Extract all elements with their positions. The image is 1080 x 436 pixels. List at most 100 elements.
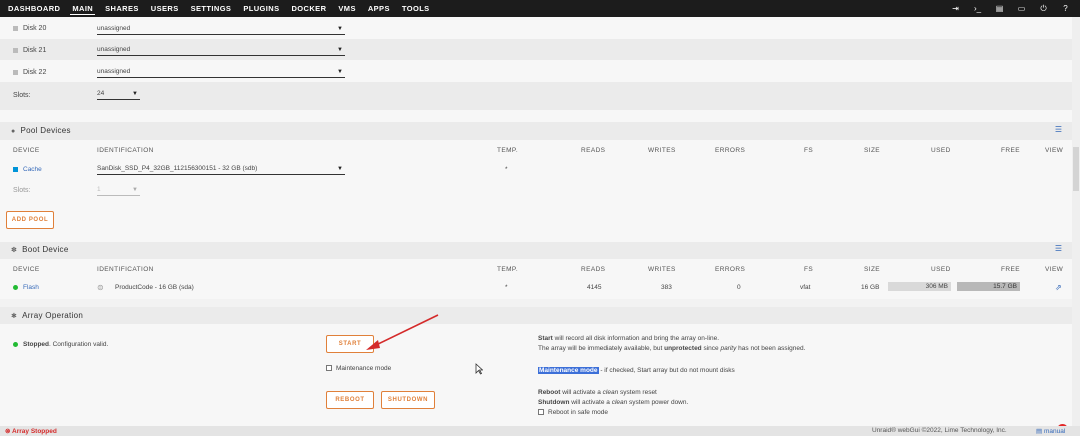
flash-errors: 0 xyxy=(737,284,741,291)
slots-row: Slots: 24▼ xyxy=(0,82,1072,110)
list-view-icon[interactable]: ☰ xyxy=(1055,244,1062,253)
disk-label: Disk 21 xyxy=(13,47,46,54)
disk-status-icon xyxy=(13,70,18,75)
col-device: DEVICE xyxy=(13,266,40,273)
pool-slots-label: Slots: xyxy=(13,187,31,194)
col-errors: ERRORS xyxy=(715,147,745,154)
help-icon[interactable]: ? xyxy=(1061,4,1070,13)
reboot-description: Reboot will activate a clean system rese… xyxy=(538,388,688,418)
flash-device[interactable]: Flash xyxy=(13,284,39,291)
list-view-icon[interactable]: ☰ xyxy=(1055,125,1062,134)
safe-mode-option[interactable]: Reboot in safe mode xyxy=(538,409,608,416)
flash-fs: vfat xyxy=(800,284,810,291)
stop-icon: ⊗ xyxy=(5,428,10,435)
top-nav: DASHBOARD MAIN SHARES USERS SETTINGS PLU… xyxy=(0,0,1080,17)
tab-vms[interactable]: VMS xyxy=(336,0,357,17)
log-icon[interactable]: ▤ xyxy=(995,4,1004,13)
terminal-icon[interactable]: ›_ xyxy=(973,4,982,13)
shutdown-button[interactable]: SHUTDOWN xyxy=(381,391,435,409)
reboot-button[interactable]: REBOOT xyxy=(326,391,374,409)
power-icon[interactable]: ⏻ xyxy=(1039,4,1048,14)
stopped-status-icon xyxy=(13,342,18,347)
maintenance-description: Maintenance mode - if checked, Start arr… xyxy=(538,367,735,374)
cache-device[interactable]: Cache xyxy=(13,166,42,173)
array-op-title: ✱Array Operation xyxy=(11,311,83,320)
logout-icon[interactable]: ⇥ xyxy=(951,4,960,13)
tab-plugins[interactable]: PLUGINS xyxy=(241,0,281,17)
flash-size: 16 GB xyxy=(861,284,879,291)
tab-settings[interactable]: SETTINGS xyxy=(189,0,234,17)
tab-docker[interactable]: DOCKER xyxy=(289,0,328,17)
col-identification: IDENTIFICATION xyxy=(97,266,154,273)
boot-title: ✽Boot Device xyxy=(11,245,69,254)
pool-icon: ● xyxy=(11,128,16,135)
col-view: VIEW xyxy=(1045,147,1063,154)
flash-used: 306 MB xyxy=(926,283,948,290)
copyright: Unraid® webGui ©2022, Lime Technology, I… xyxy=(872,427,1007,434)
tab-shares[interactable]: SHARES xyxy=(103,0,141,17)
disk-22-select[interactable]: unassigned▼ xyxy=(97,67,345,78)
pool-slots-select[interactable]: 1▼ xyxy=(97,185,140,196)
col-identification: IDENTIFICATION xyxy=(97,147,154,154)
tab-users[interactable]: USERS xyxy=(149,0,181,17)
flash-temp: * xyxy=(505,284,508,291)
disk-status-icon xyxy=(13,48,18,53)
disk-21-select[interactable]: unassigned▼ xyxy=(97,45,345,56)
scrollbar[interactable] xyxy=(1072,17,1080,426)
col-used: USED xyxy=(931,266,951,273)
manual-icon: ▤ xyxy=(1036,428,1042,435)
display-icon[interactable]: ▭ xyxy=(1017,4,1026,13)
col-fs: FS xyxy=(804,147,813,154)
spacer xyxy=(0,110,1072,122)
col-size: SIZE xyxy=(864,147,880,154)
col-errors: ERRORS xyxy=(715,266,745,273)
annotation-arrow xyxy=(360,312,445,357)
pool-section: DEVICE IDENTIFICATION TEMP. READS WRITES… xyxy=(0,140,1072,217)
tab-tools[interactable]: TOOLS xyxy=(400,0,432,17)
lock-icon: ⊜ xyxy=(97,283,104,292)
col-fs: FS xyxy=(804,266,813,273)
col-writes: WRITES xyxy=(648,266,676,273)
array-status-footer: ⊗ Array Stopped xyxy=(5,427,57,435)
disk-label: Disk 20 xyxy=(13,25,46,32)
boot-header: ✽Boot Device ☰ xyxy=(0,242,1072,259)
flash-writes: 383 xyxy=(661,284,672,291)
array-op-header: ✱Array Operation xyxy=(0,307,1072,324)
safe-mode-checkbox[interactable] xyxy=(538,409,544,415)
manual-link[interactable]: ▤ manual xyxy=(1036,427,1065,435)
tab-dashboard[interactable]: DASHBOARD xyxy=(6,0,62,17)
disk-row: Disk 22 unassigned▼ xyxy=(0,60,1072,82)
slots-select[interactable]: 24▼ xyxy=(97,89,140,100)
maintenance-mode-option[interactable]: Maintenance mode xyxy=(326,365,391,372)
col-temp: TEMP. xyxy=(497,266,518,273)
pool-title: ●Pool Devices xyxy=(11,126,71,135)
flash-identification: ProductCode - 16 GB (sda) xyxy=(115,284,194,291)
used-bar: 306 MB xyxy=(888,282,951,291)
disk-label: Disk 22 xyxy=(13,69,46,76)
cache-status-icon xyxy=(13,167,18,172)
pool-header: ●Pool Devices ☰ xyxy=(0,122,1072,140)
online-status-icon xyxy=(13,285,18,290)
add-pool-button[interactable]: ADD POOL xyxy=(6,211,54,229)
cursor-icon xyxy=(475,363,483,375)
status-bar: ⊗ Array Stopped Unraid® webGui ©2022, Li… xyxy=(0,426,1080,436)
slots-label: Slots: xyxy=(13,92,31,99)
col-used: USED xyxy=(931,147,951,154)
snowflake-icon: ✱ xyxy=(11,313,17,320)
col-free: FREE xyxy=(1001,266,1020,273)
add-pool-row: ADD POOL xyxy=(0,217,1072,242)
disk-20-select[interactable]: unassigned▼ xyxy=(97,24,345,35)
disk-row: Disk 21 unassigned▼ xyxy=(0,39,1072,60)
external-link-icon[interactable]: ⇗ xyxy=(1055,283,1062,292)
paw-icon: ✽ xyxy=(11,247,17,254)
tab-apps[interactable]: APPS xyxy=(366,0,392,17)
col-temp: TEMP. xyxy=(497,147,518,154)
col-reads: READS xyxy=(581,147,605,154)
maintenance-checkbox[interactable] xyxy=(326,365,332,371)
flash-reads: 4145 xyxy=(587,284,601,291)
array-op-section: Stopped. Configuration valid. START Main… xyxy=(0,324,1072,436)
tab-main[interactable]: MAIN xyxy=(70,0,95,17)
col-free: FREE xyxy=(1001,147,1020,154)
scrollbar-thumb[interactable] xyxy=(1073,147,1079,191)
cache-identification-select[interactable]: SanDisk_SSD_P4_32GB_112156300151 - 32 GB… xyxy=(97,164,345,175)
